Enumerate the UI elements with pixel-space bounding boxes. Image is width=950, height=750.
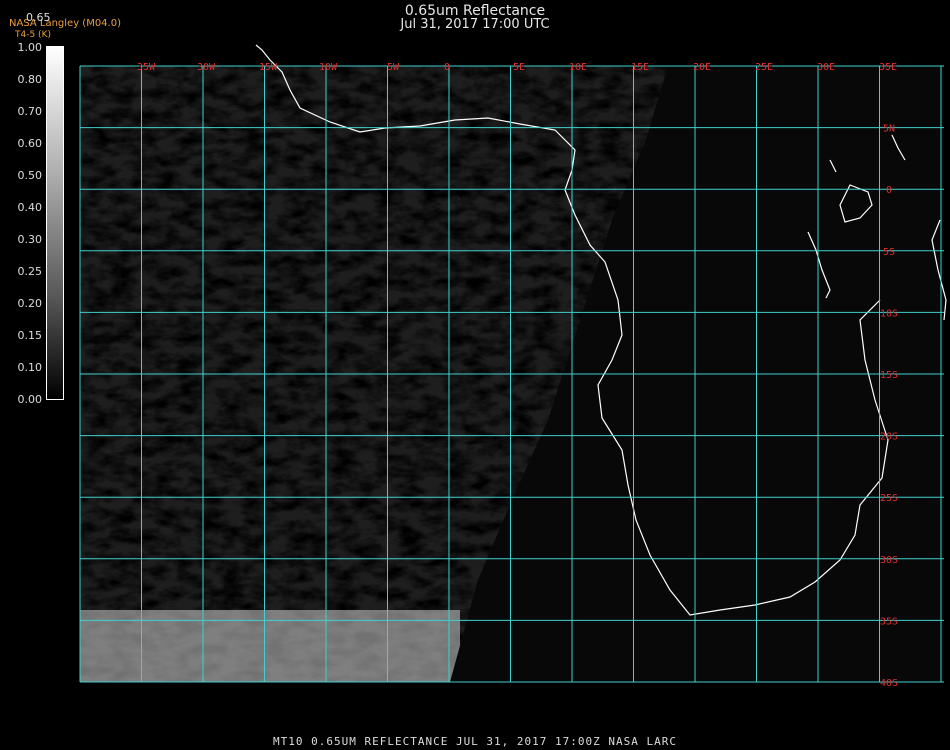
latitude-label: 30S	[880, 555, 898, 566]
latitude-label: 25S	[880, 493, 898, 504]
longitude-label: 10E	[569, 62, 587, 73]
latitude-label: 5N	[883, 124, 895, 135]
longitude-label: 35E	[879, 62, 897, 73]
longitude-label: 35W	[137, 62, 156, 73]
latitude-label: 40S	[880, 678, 898, 689]
latitude-label: 0	[886, 185, 892, 196]
longitude-label: 15E	[631, 62, 649, 73]
longitude-label: 15W	[259, 62, 278, 73]
latitude-label: 5S	[883, 247, 895, 258]
longitude-label: 10W	[319, 62, 338, 73]
longitude-label: 30W	[197, 62, 216, 73]
longitude-label: 20E	[693, 62, 711, 73]
satellite-map: 35W 30W 15W 10W 5W 0 5E 10E 15E 20E 25E 30E 35E 5N 0 5S…	[79, 44, 947, 689]
footer-caption: MT10 0.65UM REFLECTANCE JUL 31, 2017 17:…	[273, 735, 677, 748]
longitude-label: 25E	[755, 62, 773, 73]
latitude-label: 20S	[880, 432, 898, 443]
longitude-label: 5W	[387, 62, 400, 73]
latitude-label: 35S	[880, 616, 898, 627]
longitude-label: 5E	[513, 62, 525, 73]
longitude-label: 30E	[817, 62, 835, 73]
latitude-label: 10S	[880, 308, 898, 319]
latitude-label: 15S	[880, 370, 898, 381]
longitude-label: 0	[444, 62, 450, 73]
